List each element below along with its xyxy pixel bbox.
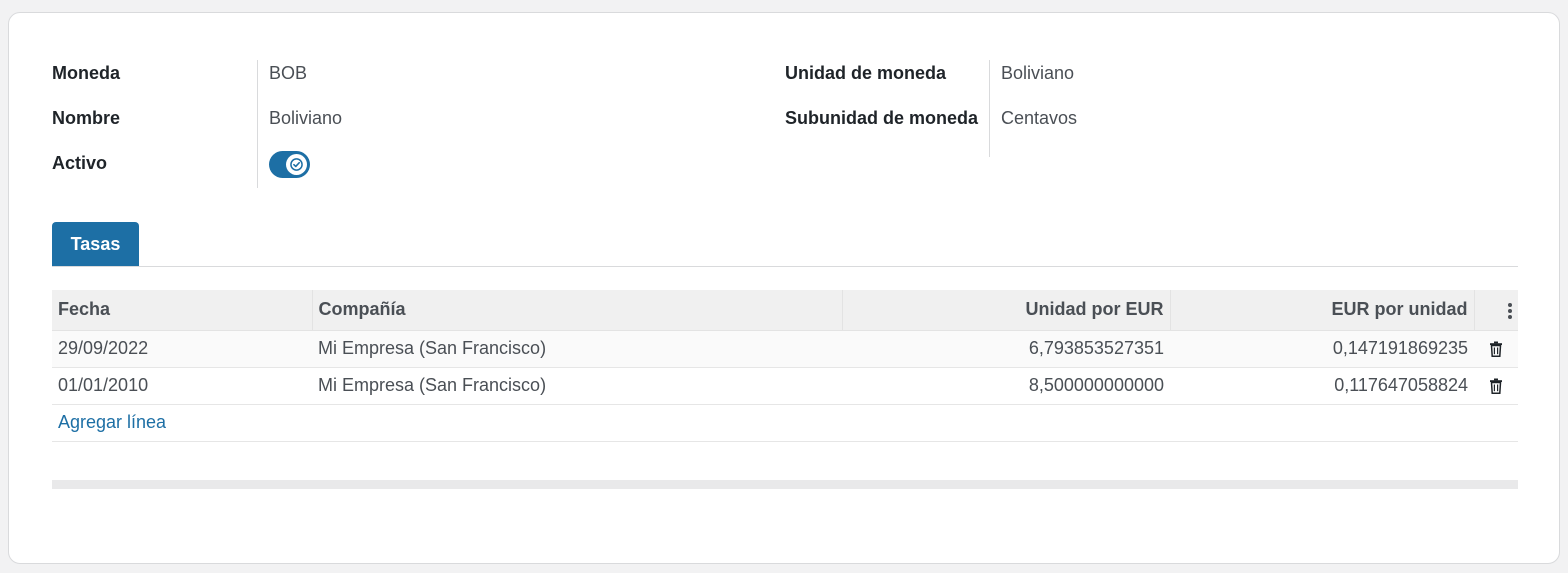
row-date[interactable]: 29/09/2022 <box>52 330 312 367</box>
name-value[interactable]: Boliviano <box>258 105 342 132</box>
form-sheet: Moneda BOB Nombre Boliviano Activo Unida… <box>8 12 1560 564</box>
row-eur-per-unit[interactable]: 0,147191869235 <box>1170 330 1474 367</box>
active-row: Activo <box>52 150 732 188</box>
trash-icon[interactable] <box>1489 341 1503 358</box>
tab-tasas[interactable]: Tasas <box>52 222 139 266</box>
trash-icon[interactable] <box>1489 378 1503 395</box>
subunit-value[interactable]: Centavos <box>990 105 1077 132</box>
row-eur-per-unit[interactable]: 0,117647058824 <box>1170 367 1474 404</box>
row-unit-per-eur[interactable]: 6,793853527351 <box>842 330 1170 367</box>
name-row: Nombre Boliviano <box>52 105 732 150</box>
notebook-tabs: Tasas <box>52 222 1518 267</box>
table-row[interactable]: 01/01/2010 Mi Empresa (San Francisco) 8,… <box>52 367 1518 404</box>
table-row[interactable]: 29/09/2022 Mi Empresa (San Francisco) 6,… <box>52 330 1518 367</box>
unit-label: Unidad de moneda <box>785 63 947 83</box>
check-icon <box>290 158 303 171</box>
row-date[interactable]: 01/01/2010 <box>52 367 312 404</box>
row-delete[interactable] <box>1474 330 1518 367</box>
unit-row: Unidad de moneda Boliviano <box>785 60 1465 105</box>
column-header-compania[interactable]: Compañía <box>312 290 843 331</box>
right-field-group: Unidad de moneda Boliviano Subunidad de … <box>785 60 1465 157</box>
row-delete[interactable] <box>1474 367 1518 404</box>
name-label: Nombre <box>52 108 121 128</box>
currency-label: Moneda <box>52 63 121 83</box>
row-company[interactable]: Mi Empresa (San Francisco) <box>312 367 842 404</box>
currency-row: Moneda BOB <box>52 60 732 105</box>
column-header-unidad-por-eur[interactable]: Unidad por EUR <box>842 290 1171 331</box>
unit-value[interactable]: Boliviano <box>990 60 1074 87</box>
horizontal-scrollbar[interactable] <box>52 480 1518 489</box>
subunit-label: Subunidad de moneda <box>785 108 979 128</box>
table-header-row: Fecha Compañía Unidad por EUR EUR por un… <box>52 290 1518 331</box>
add-line-link[interactable]: Agregar línea <box>58 412 166 432</box>
rates-table: Fecha Compañía Unidad por EUR EUR por un… <box>52 290 1518 442</box>
column-header-fecha[interactable]: Fecha <box>52 290 313 331</box>
active-label: Activo <box>52 153 108 173</box>
active-toggle[interactable] <box>269 151 310 178</box>
left-field-group: Moneda BOB Nombre Boliviano Activo <box>52 60 732 188</box>
kebab-icon[interactable] <box>1508 302 1512 319</box>
add-line-row: Agregar línea <box>52 404 1518 441</box>
currency-value[interactable]: BOB <box>258 60 307 87</box>
subunit-row: Subunidad de moneda Centavos <box>785 105 1465 157</box>
toggle-knob <box>286 154 307 175</box>
row-unit-per-eur[interactable]: 8,500000000000 <box>842 367 1170 404</box>
row-company[interactable]: Mi Empresa (San Francisco) <box>312 330 842 367</box>
column-header-eur-por-unidad[interactable]: EUR por unidad <box>1170 290 1475 331</box>
column-options[interactable] <box>1474 290 1518 331</box>
